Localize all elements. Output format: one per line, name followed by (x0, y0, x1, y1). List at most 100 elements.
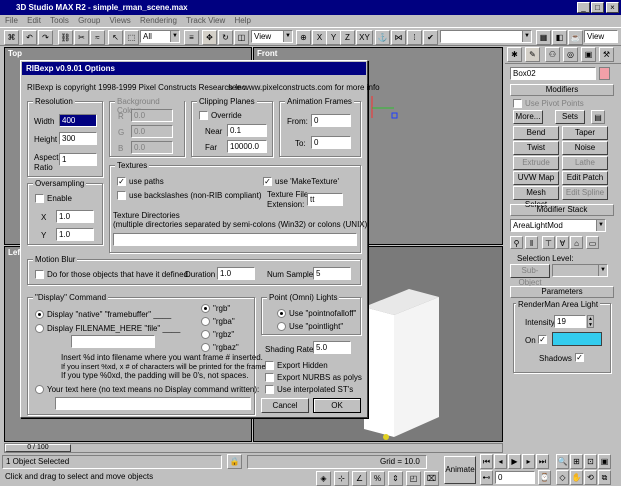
axis-x-button[interactable]: X (312, 30, 327, 45)
use-maketexture-checkbox[interactable]: ✓ (263, 177, 272, 186)
next-frame-icon[interactable]: ▸ (522, 454, 535, 469)
display-native-radio[interactable] (35, 310, 44, 319)
show-end-result-icon[interactable]: ⊤ (542, 236, 555, 249)
bg-b-input[interactable]: 0.0 (131, 141, 173, 154)
select-arrow-icon[interactable]: ↖ (108, 30, 123, 45)
far-input[interactable]: 10000.0 (227, 140, 267, 153)
pin-stack-icon[interactable]: ⚲ (510, 236, 523, 249)
noise-button[interactable]: Noise (562, 141, 608, 155)
menu-group[interactable]: Group (78, 16, 100, 25)
current-frame-input[interactable]: 0 (495, 471, 535, 484)
selection-filter[interactable]: All ▼ (140, 30, 180, 43)
menu-rendering[interactable]: Rendering (140, 16, 177, 25)
edit-spline-button[interactable]: Edit Spline (562, 186, 608, 200)
uvw-map-button[interactable]: UVW Map (513, 171, 559, 185)
time-slider-thumb[interactable]: 0 / 100 (5, 444, 71, 452)
named-selection-combo[interactable]: ▼ (440, 30, 532, 43)
lathe-button[interactable]: Lathe (562, 156, 608, 170)
mesh-select-button[interactable]: Mesh Select (513, 186, 559, 209)
object-color-swatch[interactable] (599, 67, 610, 80)
oversampling-enable-checkbox[interactable] (35, 194, 44, 203)
from-input[interactable]: 0 (311, 114, 351, 127)
rgb-radio[interactable] (201, 304, 210, 313)
remove-modifier-icon[interactable]: ⌂ (570, 236, 583, 249)
reference-coord-combo[interactable]: View ▼ (251, 30, 293, 43)
bg-r-input[interactable]: 0.0 (131, 109, 173, 122)
display-custom-input[interactable] (55, 397, 251, 410)
object-name-input[interactable]: Box02 (510, 67, 596, 80)
mirror-icon[interactable]: ⋈ (391, 30, 406, 45)
go-to-end-icon[interactable]: ⏭ (536, 454, 549, 469)
degradation-override-icon[interactable]: ◈ (316, 471, 331, 486)
pointlight-radio[interactable] (277, 322, 286, 331)
rgbz-radio[interactable] (201, 330, 210, 339)
select-link-icon[interactable]: ⌘ (4, 30, 19, 45)
shading-rate-input[interactable]: 5.0 (313, 341, 351, 354)
rgbaz-radio[interactable] (201, 343, 210, 352)
array-icon[interactable]: ⁞ (407, 30, 422, 45)
modify-tab-icon[interactable]: ✎ (525, 47, 540, 62)
to-input[interactable]: 0 (311, 136, 351, 149)
undo-icon[interactable]: ↶ (22, 30, 37, 45)
redo-icon[interactable]: ↷ (38, 30, 53, 45)
use-pivot-checkbox[interactable] (513, 99, 522, 108)
rotate-icon[interactable]: ↻ (218, 30, 233, 45)
arc-rotate-icon[interactable]: ⟲ (584, 470, 597, 485)
intensity-input[interactable]: 19 (554, 315, 586, 328)
on-checkbox[interactable]: ✓ (538, 335, 547, 344)
cancel-button[interactable]: Cancel (261, 398, 309, 413)
maximize-button[interactable]: □ (591, 2, 604, 13)
unlink-icon[interactable]: ✂ (74, 30, 89, 45)
override-checkbox[interactable] (199, 111, 208, 120)
inverse-kinematics-icon[interactable]: ⚓ (375, 30, 390, 45)
modifier-stack-combo[interactable]: AreaLightMod ▼ (510, 219, 606, 232)
bind-warp-icon[interactable]: ≈ (90, 30, 105, 45)
sub-object-combo[interactable]: ▼ (552, 264, 608, 277)
shadows-checkbox[interactable]: ✓ (575, 353, 584, 362)
link-icon[interactable]: ⛓ (58, 30, 73, 45)
window-crossing-icon[interactable]: ◰ (406, 471, 421, 486)
menu-file[interactable]: File (5, 16, 18, 25)
menu-edit[interactable]: Edit (27, 16, 41, 25)
texture-dirs-input[interactable] (113, 233, 357, 246)
duration-input[interactable]: 1.0 (217, 267, 255, 280)
go-to-start-icon[interactable]: ⏮ (480, 454, 493, 469)
oversampling-y-input[interactable]: 1.0 (56, 228, 94, 241)
lock-selection-icon[interactable]: 🔒 (227, 454, 242, 469)
width-input[interactable]: 400 (59, 114, 97, 127)
time-slider[interactable]: 0 / 100 (4, 443, 503, 453)
angle-snap-icon[interactable]: ∠ (352, 471, 367, 486)
field-of-view-icon[interactable]: ◇ (556, 470, 569, 485)
texture-ext-input[interactable]: tt (307, 193, 343, 206)
percent-snap-icon[interactable]: % (370, 471, 385, 486)
more-button[interactable]: More... (513, 110, 543, 124)
align-icon[interactable]: ✔ (423, 30, 438, 45)
zoom-icon[interactable]: 🔍 (556, 454, 569, 469)
twist-button[interactable]: Twist (513, 141, 559, 155)
key-mode-icon[interactable]: ⊷ (480, 470, 493, 485)
edit-stack-icon[interactable]: ▭ (586, 236, 599, 249)
edit-patch-button[interactable]: Edit Patch (562, 171, 608, 185)
select-name-icon[interactable]: ≡ (184, 30, 199, 45)
height-input[interactable]: 300 (59, 132, 97, 145)
play-icon[interactable]: ▶ (508, 454, 521, 469)
menu-track-view[interactable]: Track View (186, 16, 225, 25)
pointnofalloff-radio[interactable] (277, 309, 286, 318)
pan-icon[interactable]: ✋ (570, 470, 583, 485)
taper-button[interactable]: Taper (562, 126, 608, 140)
scale-icon[interactable]: ◫ (234, 30, 249, 45)
snap-toggle-icon[interactable]: ⊹ (334, 471, 349, 486)
display-filename-input[interactable] (71, 335, 155, 348)
utilities-tab-icon[interactable]: ⚒ (599, 47, 614, 62)
axis-xy-button[interactable]: XY (356, 30, 373, 45)
use-backslashes-checkbox[interactable] (117, 191, 126, 200)
animate-button[interactable]: Animate (444, 456, 476, 484)
zoom-extents-icon[interactable]: ⊡ (584, 454, 597, 469)
menu-help[interactable]: Help (235, 16, 251, 25)
close-button[interactable]: × (606, 2, 619, 13)
schematic-icon[interactable]: ◧ (552, 30, 567, 45)
selection-lock-icon[interactable]: ⌧ (424, 471, 439, 486)
display-filename-radio[interactable] (35, 324, 44, 333)
menu-tools[interactable]: Tools (50, 16, 69, 25)
configure-sets-icon[interactable]: ▤ (591, 110, 605, 124)
